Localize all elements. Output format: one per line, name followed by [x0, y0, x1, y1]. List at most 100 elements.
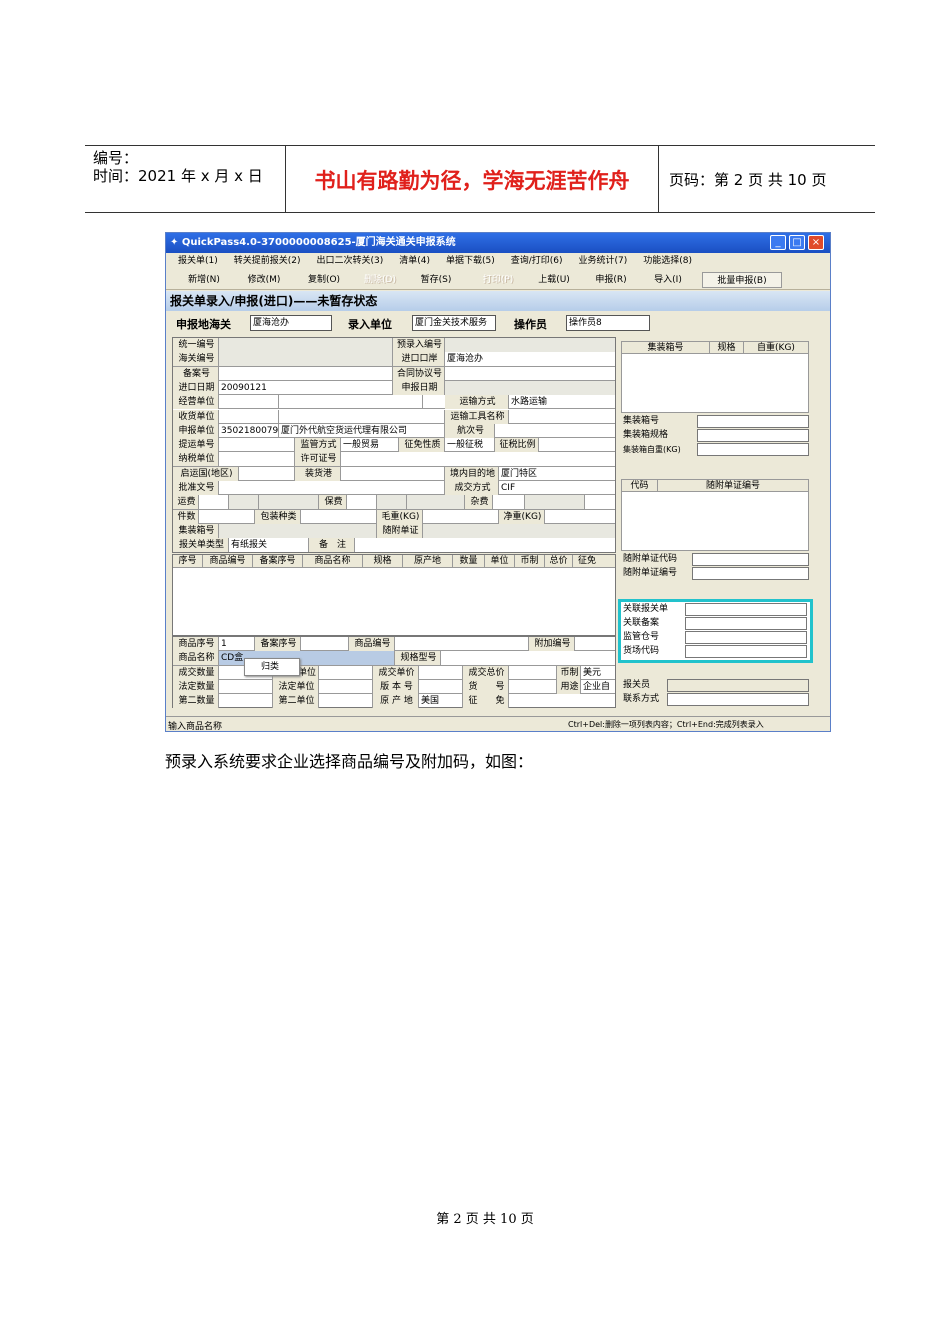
form-field[interactable]	[667, 679, 809, 692]
form-field[interactable]	[395, 637, 529, 651]
form-field[interactable]	[199, 495, 229, 510]
form-field[interactable]	[347, 495, 377, 510]
form-field[interactable]	[545, 510, 615, 524]
form-field[interactable]	[301, 509, 377, 524]
form-field[interactable]	[509, 694, 615, 708]
menu-item[interactable]: 报关单(1)	[170, 253, 226, 269]
form-field[interactable]	[445, 338, 615, 352]
form-field[interactable]	[692, 567, 809, 580]
form-field[interactable]	[445, 367, 615, 381]
form-field[interactable]	[219, 523, 377, 538]
form-field[interactable]	[319, 694, 373, 709]
form-field[interactable]	[423, 509, 499, 524]
menu-item[interactable]: 查询/打印(6)	[503, 253, 571, 269]
form-field[interactable]	[219, 694, 273, 709]
form-field[interactable]: 美元	[581, 666, 615, 680]
form-field[interactable]	[697, 443, 809, 456]
form-field[interactable]: CIF	[499, 481, 615, 495]
print-button[interactable]: 打印(P)	[468, 272, 528, 288]
form-field[interactable]: 企业自	[581, 680, 615, 694]
close-icon[interactable]: ×	[808, 235, 824, 250]
form-field[interactable]	[419, 679, 463, 694]
save-button[interactable]: 暂存(S)	[406, 272, 466, 288]
declare-button[interactable]: 申报(R)	[581, 272, 641, 288]
form-field[interactable]	[219, 679, 273, 694]
form-field[interactable]	[219, 452, 295, 467]
form-field[interactable]	[509, 679, 557, 694]
edit-button[interactable]: 修改(M)	[234, 272, 294, 288]
form-field[interactable]	[219, 409, 279, 424]
form-field[interactable]	[219, 338, 393, 352]
form-field[interactable]	[219, 366, 393, 381]
form-field[interactable]	[219, 438, 295, 453]
operator-field[interactable]: 操作员8	[566, 315, 650, 331]
form-field[interactable]	[685, 603, 807, 616]
form-field[interactable]: 厦海沧办	[445, 352, 615, 366]
form-field[interactable]	[219, 352, 393, 367]
container-list[interactable]: 集装箱号 规格 自重(KG)	[621, 341, 809, 413]
menu-item[interactable]: 单据下载(5)	[438, 253, 503, 269]
form-field[interactable]	[355, 538, 615, 552]
form-field[interactable]	[319, 679, 373, 694]
form-field[interactable]	[685, 645, 807, 658]
form-field[interactable]	[493, 495, 525, 510]
form-field[interactable]: 厦门特区	[499, 467, 615, 481]
minimize-icon[interactable]: _	[770, 235, 786, 250]
delete-button[interactable]: 删除(D)	[350, 272, 410, 288]
form-field[interactable]	[495, 424, 615, 438]
form-field[interactable]	[525, 495, 585, 510]
menu-item[interactable]: 功能选择(8)	[635, 253, 700, 269]
form-field[interactable]	[341, 452, 615, 466]
maximize-icon[interactable]: □	[789, 235, 805, 250]
form-field[interactable]	[407, 495, 465, 510]
menu-item[interactable]: 转关提前报关(2)	[226, 253, 309, 269]
customs-field[interactable]: 厦海沧办	[250, 315, 332, 331]
form-field[interactable]	[697, 415, 809, 428]
form-field[interactable]: 3502180079	[219, 423, 279, 438]
form-field[interactable]	[341, 466, 445, 481]
form-field[interactable]	[219, 481, 445, 495]
menu-item[interactable]: 出口二次转关(3)	[309, 253, 392, 269]
form-field[interactable]	[575, 637, 615, 651]
form-field[interactable]: 20090121	[219, 380, 393, 395]
import-button[interactable]: 导入(I)	[638, 272, 698, 288]
form-field[interactable]: 1	[219, 637, 255, 651]
form-field[interactable]	[377, 495, 407, 510]
form-field[interactable]	[509, 665, 557, 680]
form-field[interactable]: 一般贸易	[341, 438, 399, 453]
form-field[interactable]	[239, 466, 295, 481]
form-field[interactable]	[509, 410, 615, 424]
form-field[interactable]	[697, 429, 809, 442]
form-field[interactable]	[199, 509, 255, 524]
classify-popup-menu[interactable]: 归类	[244, 658, 300, 676]
form-field[interactable]: 美国	[419, 694, 463, 709]
form-field[interactable]	[219, 395, 279, 410]
form-field[interactable]	[279, 409, 445, 424]
form-field[interactable]: 水路运输	[509, 395, 615, 409]
form-field[interactable]	[279, 395, 423, 410]
form-field[interactable]	[667, 693, 809, 706]
menu-item[interactable]: 清单(4)	[391, 253, 438, 269]
form-field[interactable]	[319, 665, 373, 680]
form-field[interactable]	[692, 553, 809, 566]
menu-item[interactable]: 业务统计(7)	[571, 253, 636, 269]
entry-unit-field[interactable]: 厦门金关技术服务	[412, 315, 496, 331]
batch-declare-button[interactable]: 批量申报(B)	[702, 272, 782, 288]
form-field[interactable]	[259, 495, 319, 510]
add-button[interactable]: 新增(N)	[174, 272, 234, 288]
form-field[interactable]	[585, 495, 615, 509]
form-field[interactable]	[229, 495, 259, 510]
copy-button[interactable]: 复制(O)	[294, 272, 354, 288]
form-field[interactable]	[445, 380, 615, 395]
goods-list[interactable]: 序号 商品编号 备案序号 商品名称 规格 原产地 数量 单位 币制 总价 征免	[172, 554, 616, 636]
form-field[interactable]	[441, 651, 615, 665]
form-field[interactable]	[419, 665, 463, 680]
attached-docs-list[interactable]: 代码 随附单证编号	[621, 479, 809, 551]
form-field[interactable]	[301, 637, 349, 651]
upload-button[interactable]: 上载(U)	[524, 272, 584, 288]
form-field[interactable]: 一般征税	[445, 438, 495, 453]
form-field[interactable]	[423, 523, 615, 538]
form-field[interactable]	[539, 438, 615, 452]
form-field[interactable]	[685, 617, 807, 630]
form-field[interactable]: 有纸报关	[229, 538, 309, 553]
